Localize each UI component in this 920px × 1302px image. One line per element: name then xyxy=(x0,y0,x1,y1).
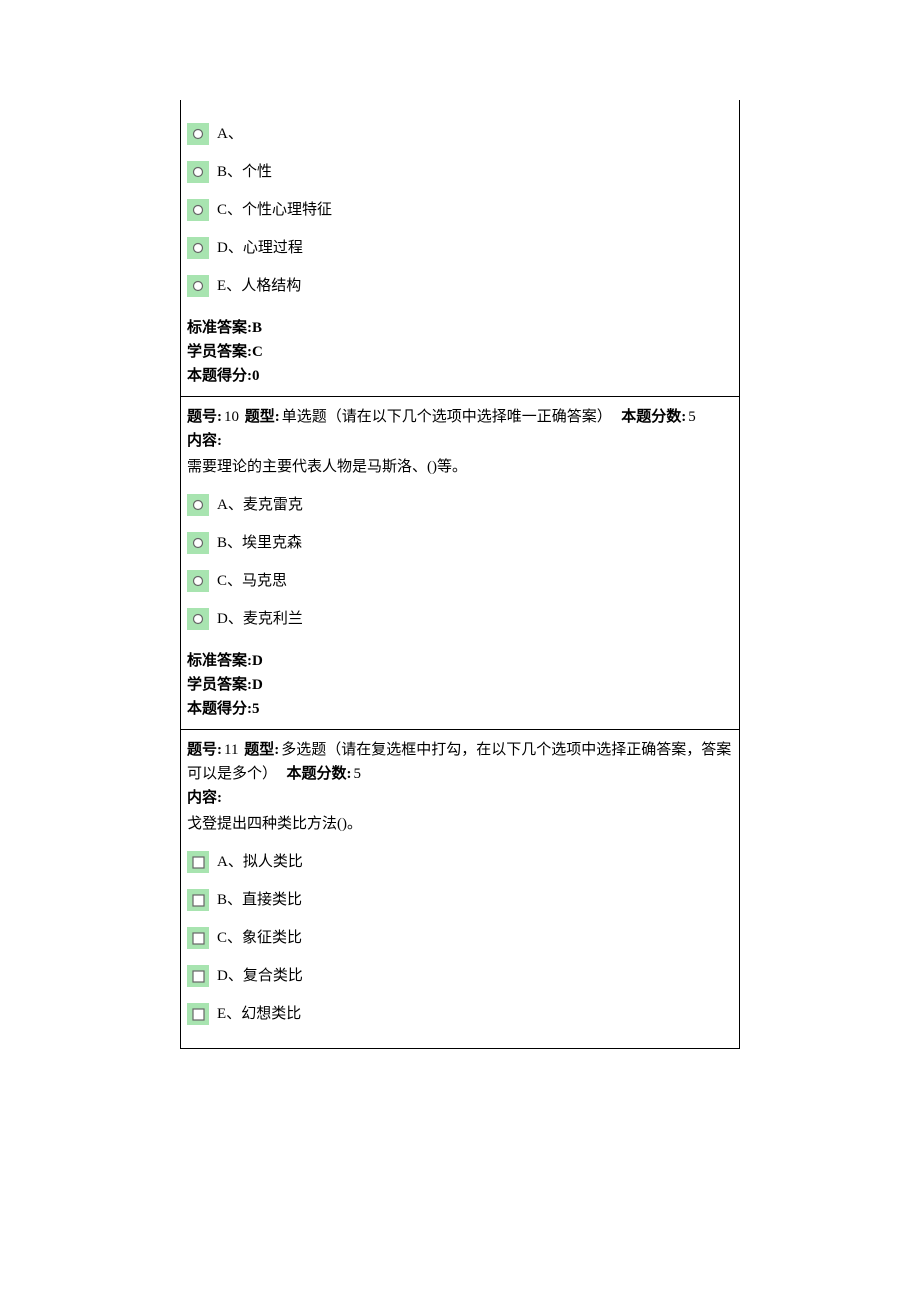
question-score: 本题得分:0 xyxy=(187,364,733,388)
option-label: C、马克思 xyxy=(217,569,287,593)
option-row: B、直接类比 xyxy=(187,888,733,912)
question-10-text: 需要理论的主要代表人物是马斯洛、()等。 xyxy=(187,455,733,479)
question-9-options: A、 B、个性 C、个性心理特征 xyxy=(187,122,733,298)
checkbox-icon[interactable] xyxy=(187,889,209,911)
option-label: A、拟人类比 xyxy=(217,850,303,874)
radio-icon[interactable] xyxy=(187,275,209,297)
option-row: A、拟人类比 xyxy=(187,850,733,874)
option-label: B、直接类比 xyxy=(217,888,302,912)
radio-icon[interactable] xyxy=(187,608,209,630)
option-row: D、复合类比 xyxy=(187,964,733,988)
question-10-options: A、麦克雷克 B、埃里克森 C、马克思 xyxy=(187,493,733,631)
student-answer: 学员答案:C xyxy=(187,340,733,364)
checkbox-icon[interactable] xyxy=(187,927,209,949)
checkbox-icon[interactable] xyxy=(187,965,209,987)
quiz-container: A、 B、个性 C、个性心理特征 xyxy=(180,100,740,1049)
radio-icon[interactable] xyxy=(187,161,209,183)
radio-icon[interactable] xyxy=(187,494,209,516)
question-9-answers: 标准答案:B 学员答案:C 本题得分:0 xyxy=(187,316,733,388)
question-score: 本题得分:5 xyxy=(187,697,733,721)
standard-answer: 标准答案:B xyxy=(187,316,733,340)
question-11-header: 题号:11 题型:多选题（请在复选框中打勾，在以下几个选项中选择正确答案，答案可… xyxy=(187,738,733,786)
option-label: E、人格结构 xyxy=(217,274,301,298)
option-label: A、 xyxy=(217,122,243,146)
option-label: B、个性 xyxy=(217,160,272,184)
radio-icon[interactable] xyxy=(187,237,209,259)
option-row: B、埃里克森 xyxy=(187,531,733,555)
checkbox-icon[interactable] xyxy=(187,851,209,873)
question-11-block: 题号:11 题型:多选题（请在复选框中打勾，在以下几个选项中选择正确答案，答案可… xyxy=(181,729,739,1048)
question-10-answers: 标准答案:D 学员答案:D 本题得分:5 xyxy=(187,649,733,721)
option-label: B、埃里克森 xyxy=(217,531,302,555)
option-row: E、幻想类比 xyxy=(187,1002,733,1026)
option-label: D、心理过程 xyxy=(217,236,303,260)
option-label: D、麦克利兰 xyxy=(217,607,303,631)
student-answer: 学员答案:D xyxy=(187,673,733,697)
option-label: C、象征类比 xyxy=(217,926,302,950)
option-row: B、个性 xyxy=(187,160,733,184)
question-9-block: A、 B、个性 C、个性心理特征 xyxy=(181,100,739,396)
option-label: E、幻想类比 xyxy=(217,1002,301,1026)
radio-icon[interactable] xyxy=(187,123,209,145)
question-10-header: 题号:10 题型:单选题（请在以下几个选项中选择唯一正确答案） 本题分数:5 xyxy=(187,405,733,429)
content-label: 内容: xyxy=(187,786,733,810)
question-11-options: A、拟人类比 B、直接类比 C、象征类比 xyxy=(187,850,733,1026)
checkbox-icon[interactable] xyxy=(187,1003,209,1025)
option-label: A、麦克雷克 xyxy=(217,493,303,517)
option-row: A、麦克雷克 xyxy=(187,493,733,517)
radio-icon[interactable] xyxy=(187,532,209,554)
option-row: C、象征类比 xyxy=(187,926,733,950)
option-row: C、马克思 xyxy=(187,569,733,593)
radio-icon[interactable] xyxy=(187,199,209,221)
option-row: A、 xyxy=(187,122,733,146)
question-10-block: 题号:10 题型:单选题（请在以下几个选项中选择唯一正确答案） 本题分数:5 内… xyxy=(181,396,739,729)
option-row: D、麦克利兰 xyxy=(187,607,733,631)
option-label: C、个性心理特征 xyxy=(217,198,332,222)
option-row: C、个性心理特征 xyxy=(187,198,733,222)
option-row: E、人格结构 xyxy=(187,274,733,298)
question-11-text: 戈登提出四种类比方法()。 xyxy=(187,812,733,836)
standard-answer: 标准答案:D xyxy=(187,649,733,673)
option-row: D、心理过程 xyxy=(187,236,733,260)
content-label: 内容: xyxy=(187,429,733,453)
radio-icon[interactable] xyxy=(187,570,209,592)
option-label: D、复合类比 xyxy=(217,964,303,988)
